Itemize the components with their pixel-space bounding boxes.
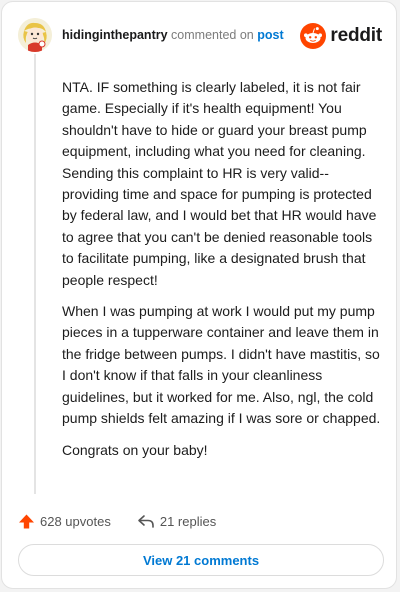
byline: hidinginthepantry commented on post xyxy=(62,28,284,42)
upvote-arrow-icon xyxy=(19,514,34,528)
reddit-wordmark: reddit xyxy=(330,25,382,46)
comment-paragraph: NTA. IF something is clearly labeled, it… xyxy=(62,79,377,288)
upvote-count: 628 upvotes xyxy=(40,513,111,529)
replies-button[interactable]: 21 replies xyxy=(137,513,216,529)
commented-on-text: commented on xyxy=(171,28,254,42)
reply-count: 21 replies xyxy=(159,513,217,529)
comment-card: hidinginthepantry commented on post redd… xyxy=(1,1,397,589)
comment-header: hidinginthepantry commented on post redd… xyxy=(18,16,382,56)
view-comments-button[interactable]: View 21 comments xyxy=(18,544,384,576)
thread-line[interactable] xyxy=(34,54,36,494)
upvote-button[interactable]: 628 upvotes xyxy=(18,513,111,530)
reddit-snoo-icon xyxy=(300,23,327,49)
post-link[interactable]: post xyxy=(257,28,283,42)
comment-paragraph: Congrats on your baby! xyxy=(62,441,208,458)
comment-paragraph: When I was pumping at work I would put m… xyxy=(62,303,381,427)
reply-arrow-icon xyxy=(138,515,154,528)
reddit-logo[interactable]: reddit xyxy=(300,23,382,49)
comment-actions: 628 upvotes 21 replies xyxy=(18,510,216,532)
avatar[interactable] xyxy=(18,18,52,52)
username-link[interactable]: hidinginthepantry xyxy=(62,28,168,42)
avatar-icon xyxy=(18,18,52,52)
comment-body: NTA. IF something is clearly labeled, it… xyxy=(62,77,382,471)
